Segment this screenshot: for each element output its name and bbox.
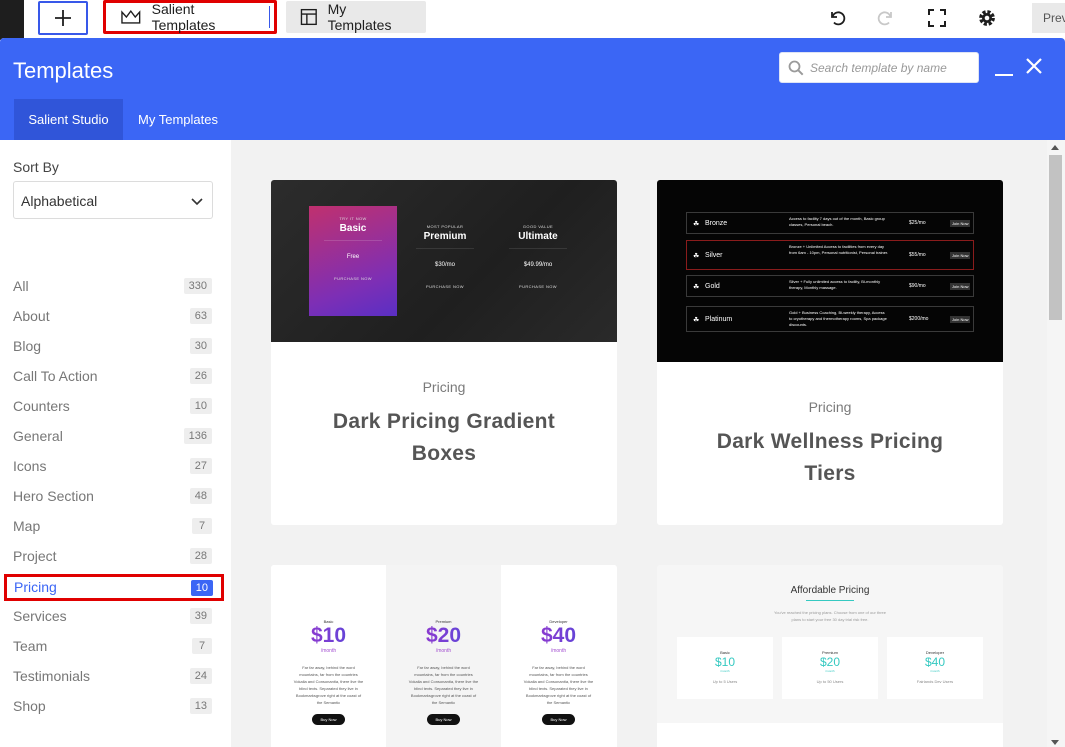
- plan-column-developer: Developer $40 /month Far far away, behin…: [501, 565, 616, 747]
- chevron-down-icon: [191, 198, 203, 206]
- template-card-gradient-pricing-columns[interactable]: Basic $10 /month Far far away, behind th…: [271, 565, 617, 747]
- sort-select[interactable]: Alphabetical: [13, 181, 213, 219]
- fullscreen-icon: [928, 9, 946, 27]
- modal-title: Templates: [13, 58, 114, 83]
- redo-icon: [877, 11, 892, 26]
- card-title-line-1: Dark Pricing Gradient: [332, 410, 556, 433]
- salient-templates-label: Salient Templates: [151, 1, 216, 33]
- card-title-line-2: Tiers: [804, 462, 856, 485]
- category-count: 136: [183, 428, 212, 444]
- tab-my-templates[interactable]: My Templates: [124, 99, 232, 140]
- tier-row-silver: ☘ Silver Bronze + Unlimited Access to fac…: [686, 240, 974, 270]
- thumb-footer: [657, 723, 1003, 747]
- my-templates-toolbar-button[interactable]: My Templates: [286, 1, 426, 33]
- sort-select-value: Alphabetical: [21, 193, 98, 209]
- category-all[interactable]: All 330: [13, 275, 213, 297]
- category-count: 26: [189, 368, 212, 384]
- minimize-icon[interactable]: [994, 58, 1014, 78]
- preview-button[interactable]: Preview: [1032, 3, 1065, 33]
- template-thumbnail: TRY IT NOW Basic Free PURCHASE NOW MOST …: [271, 180, 617, 342]
- tier-row-bronze: ☘ Bronze Access to facility 7 days out of…: [686, 212, 974, 234]
- template-grid: TRY IT NOW Basic Free PURCHASE NOW MOST …: [231, 140, 1065, 747]
- template-card-affordable-pricing[interactable]: Affordable Pricing You've reached the pr…: [657, 565, 1003, 747]
- tier-row-platinum: ☘ Platinum Gold + Business Coaching, Bi-w…: [686, 306, 974, 332]
- category-count: 30: [189, 338, 212, 354]
- undo-button[interactable]: [825, 6, 849, 30]
- category-count: 27: [189, 458, 212, 474]
- category-icons[interactable]: Icons 27: [13, 455, 213, 477]
- category-count: 10: [189, 398, 212, 414]
- add-block-button[interactable]: [38, 1, 88, 35]
- category-count: 7: [192, 518, 212, 534]
- settings-button[interactable]: [975, 6, 999, 30]
- category-blog[interactable]: Blog 30: [13, 335, 213, 357]
- category-about[interactable]: About 63: [13, 305, 213, 327]
- category-hero-section[interactable]: Hero Section 48: [13, 485, 213, 507]
- search-icon: [788, 60, 804, 76]
- category-general[interactable]: General 136: [13, 425, 213, 447]
- thumb-heading: Affordable Pricing: [790, 585, 870, 596]
- category-call-to-action[interactable]: Call To Action 26: [13, 365, 213, 387]
- plan-box-developer: Developer $40 /month Fairlands Dev Users: [887, 637, 983, 699]
- admin-sidebar-edge: [0, 0, 24, 40]
- templates-modal: Templates Salient Studio My Templates So…: [0, 38, 1065, 747]
- crown-icon: [121, 9, 141, 24]
- modal-header: Templates Salient Studio My Templates: [0, 38, 1065, 140]
- editor-toolbar: Salient Templates My Templates Preview: [0, 0, 1065, 40]
- category-testimonials[interactable]: Testimonials 24: [13, 665, 213, 687]
- plan-box-premium: Premium $20 /month Up to 50 Users: [782, 637, 878, 699]
- salient-templates-button[interactable]: Salient Templates: [103, 0, 277, 34]
- plan-box-basic: TRY IT NOW Basic Free PURCHASE NOW: [309, 206, 397, 316]
- scroll-up-icon[interactable]: [1051, 145, 1059, 150]
- close-button[interactable]: [1024, 56, 1044, 76]
- template-card-dark-wellness-pricing-tiers[interactable]: ☘ Bronze Access to facility 7 days out of…: [657, 180, 1003, 525]
- category-services[interactable]: Services 39: [13, 605, 213, 627]
- my-templates-toolbar-label: My Templates: [327, 1, 392, 33]
- tab-salient-studio[interactable]: Salient Studio: [14, 99, 123, 140]
- template-card-dark-pricing-gradient-boxes[interactable]: TRY IT NOW Basic Free PURCHASE NOW MOST …: [271, 180, 617, 525]
- plan-box-ultimate: GOOD VALUE Ultimate $49.99/mo PURCHASE N…: [493, 224, 583, 289]
- card-title-line-2: Boxes: [411, 442, 477, 465]
- card-title-line-1: Dark Wellness Pricing: [716, 430, 944, 453]
- category-map[interactable]: Map 7: [13, 515, 213, 537]
- category-pricing[interactable]: Pricing 10: [4, 574, 224, 601]
- card-category: Pricing: [808, 399, 852, 415]
- plan-box-basic: Basic $10 /month Up to 5 Users: [677, 637, 773, 699]
- layout-icon: [300, 8, 317, 26]
- category-count: 330: [183, 278, 212, 294]
- category-count: 39: [189, 608, 212, 624]
- plan-box-premium: MOST POPULAR Premium $30/mo PURCHASE NOW: [401, 224, 489, 289]
- search-input[interactable]: [810, 59, 970, 77]
- category-shop[interactable]: Shop 13: [13, 695, 213, 717]
- category-project[interactable]: Project 28: [13, 545, 213, 567]
- category-sidebar: Sort By Alphabetical All 330 About 63 Blog…: [0, 140, 231, 747]
- category-count: 63: [189, 308, 212, 324]
- category-count: 48: [189, 488, 212, 504]
- scroll-down-icon[interactable]: [1051, 740, 1059, 745]
- category-count: 10: [190, 580, 213, 596]
- template-search: [779, 52, 979, 83]
- redo-button[interactable]: [874, 6, 898, 30]
- undo-icon: [831, 11, 846, 26]
- plus-icon: [55, 10, 71, 26]
- category-count: 7: [192, 638, 212, 654]
- card-category: Pricing: [422, 379, 466, 395]
- category-counters[interactable]: Counters 10: [13, 395, 213, 417]
- scrollbar-thumb[interactable]: [1049, 155, 1062, 320]
- fullscreen-button[interactable]: [925, 6, 949, 30]
- gear-icon: [979, 10, 995, 26]
- plan-column-basic: Basic $10 /month Far far away, behind th…: [271, 565, 386, 747]
- heading-underline: [806, 600, 854, 601]
- thumb-subtext: You've reached the pricing plans. Choose…: [773, 610, 887, 622]
- sort-by-label: Sort By: [13, 159, 59, 175]
- category-count: 24: [189, 668, 212, 684]
- close-icon: [1026, 58, 1042, 74]
- template-thumbnail: ☘ Bronze Access to facility 7 days out of…: [657, 180, 1003, 362]
- category-count: 13: [189, 698, 212, 714]
- category-team[interactable]: Team 7: [13, 635, 213, 657]
- category-count: 28: [189, 548, 212, 564]
- tier-row-gold: ☘ Gold Silver + Fully unlimited access to…: [686, 275, 974, 297]
- plan-column-premium: Premium $20 /month Far far away, behind …: [386, 565, 501, 747]
